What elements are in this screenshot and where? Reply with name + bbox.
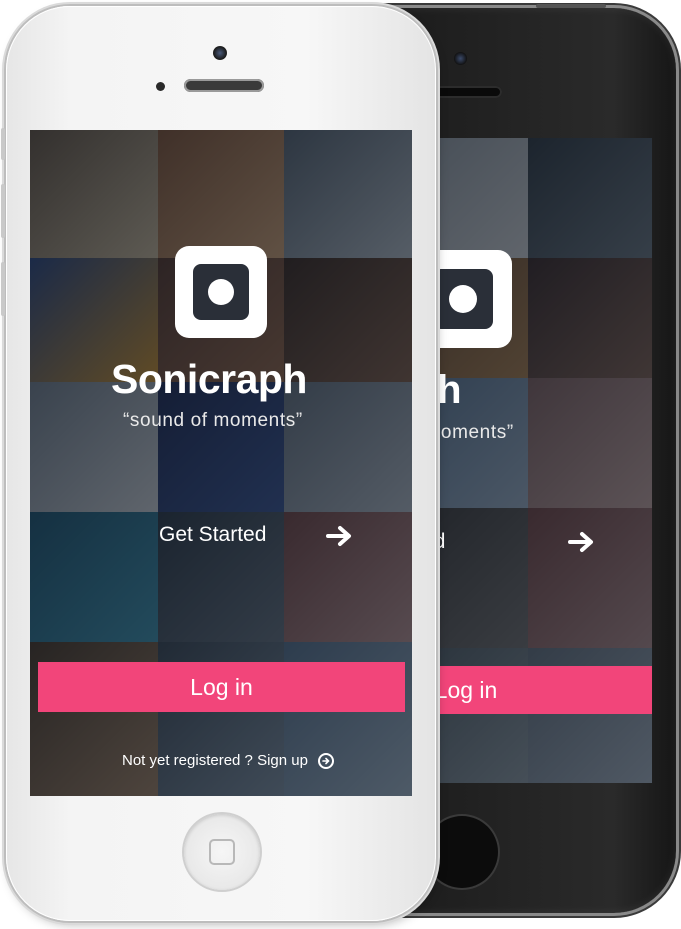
mute-switch	[1, 128, 5, 160]
app-tagline: “sound of moments”	[123, 410, 303, 431]
login-label: Log in	[434, 676, 498, 703]
front-camera	[454, 52, 467, 65]
earpiece	[184, 79, 264, 92]
volume-down-button	[1, 262, 5, 316]
back-home-button	[426, 816, 498, 888]
login-button[interactable]: Log in	[38, 662, 405, 712]
camera-square-icon	[433, 269, 493, 329]
proximity-sensor	[156, 82, 165, 91]
app-name: Sonicraph	[111, 356, 307, 402]
front-phone: Sonicraph “sound of moments” Get Started…	[1, 6, 436, 921]
login-label: Log in	[190, 673, 253, 700]
camera-square-icon	[193, 264, 249, 320]
signup-link[interactable]: Not yet registered ? Sign up	[122, 752, 334, 769]
arrow-right-icon[interactable]	[568, 531, 596, 553]
home-button[interactable]	[184, 814, 260, 890]
power-button	[536, 4, 606, 8]
front-camera	[213, 46, 227, 60]
arrow-right-icon[interactable]	[326, 525, 354, 547]
get-started-label[interactable]: Get Started	[159, 523, 266, 547]
app-logo	[175, 246, 267, 338]
signup-prompt: Not yet registered ? Sign up	[122, 752, 308, 769]
home-square-icon	[209, 839, 235, 865]
front-phone-screen: Sonicraph “sound of moments” Get Started…	[30, 130, 412, 796]
volume-up-button	[1, 184, 5, 238]
circle-arrow-right-icon	[317, 752, 334, 769]
